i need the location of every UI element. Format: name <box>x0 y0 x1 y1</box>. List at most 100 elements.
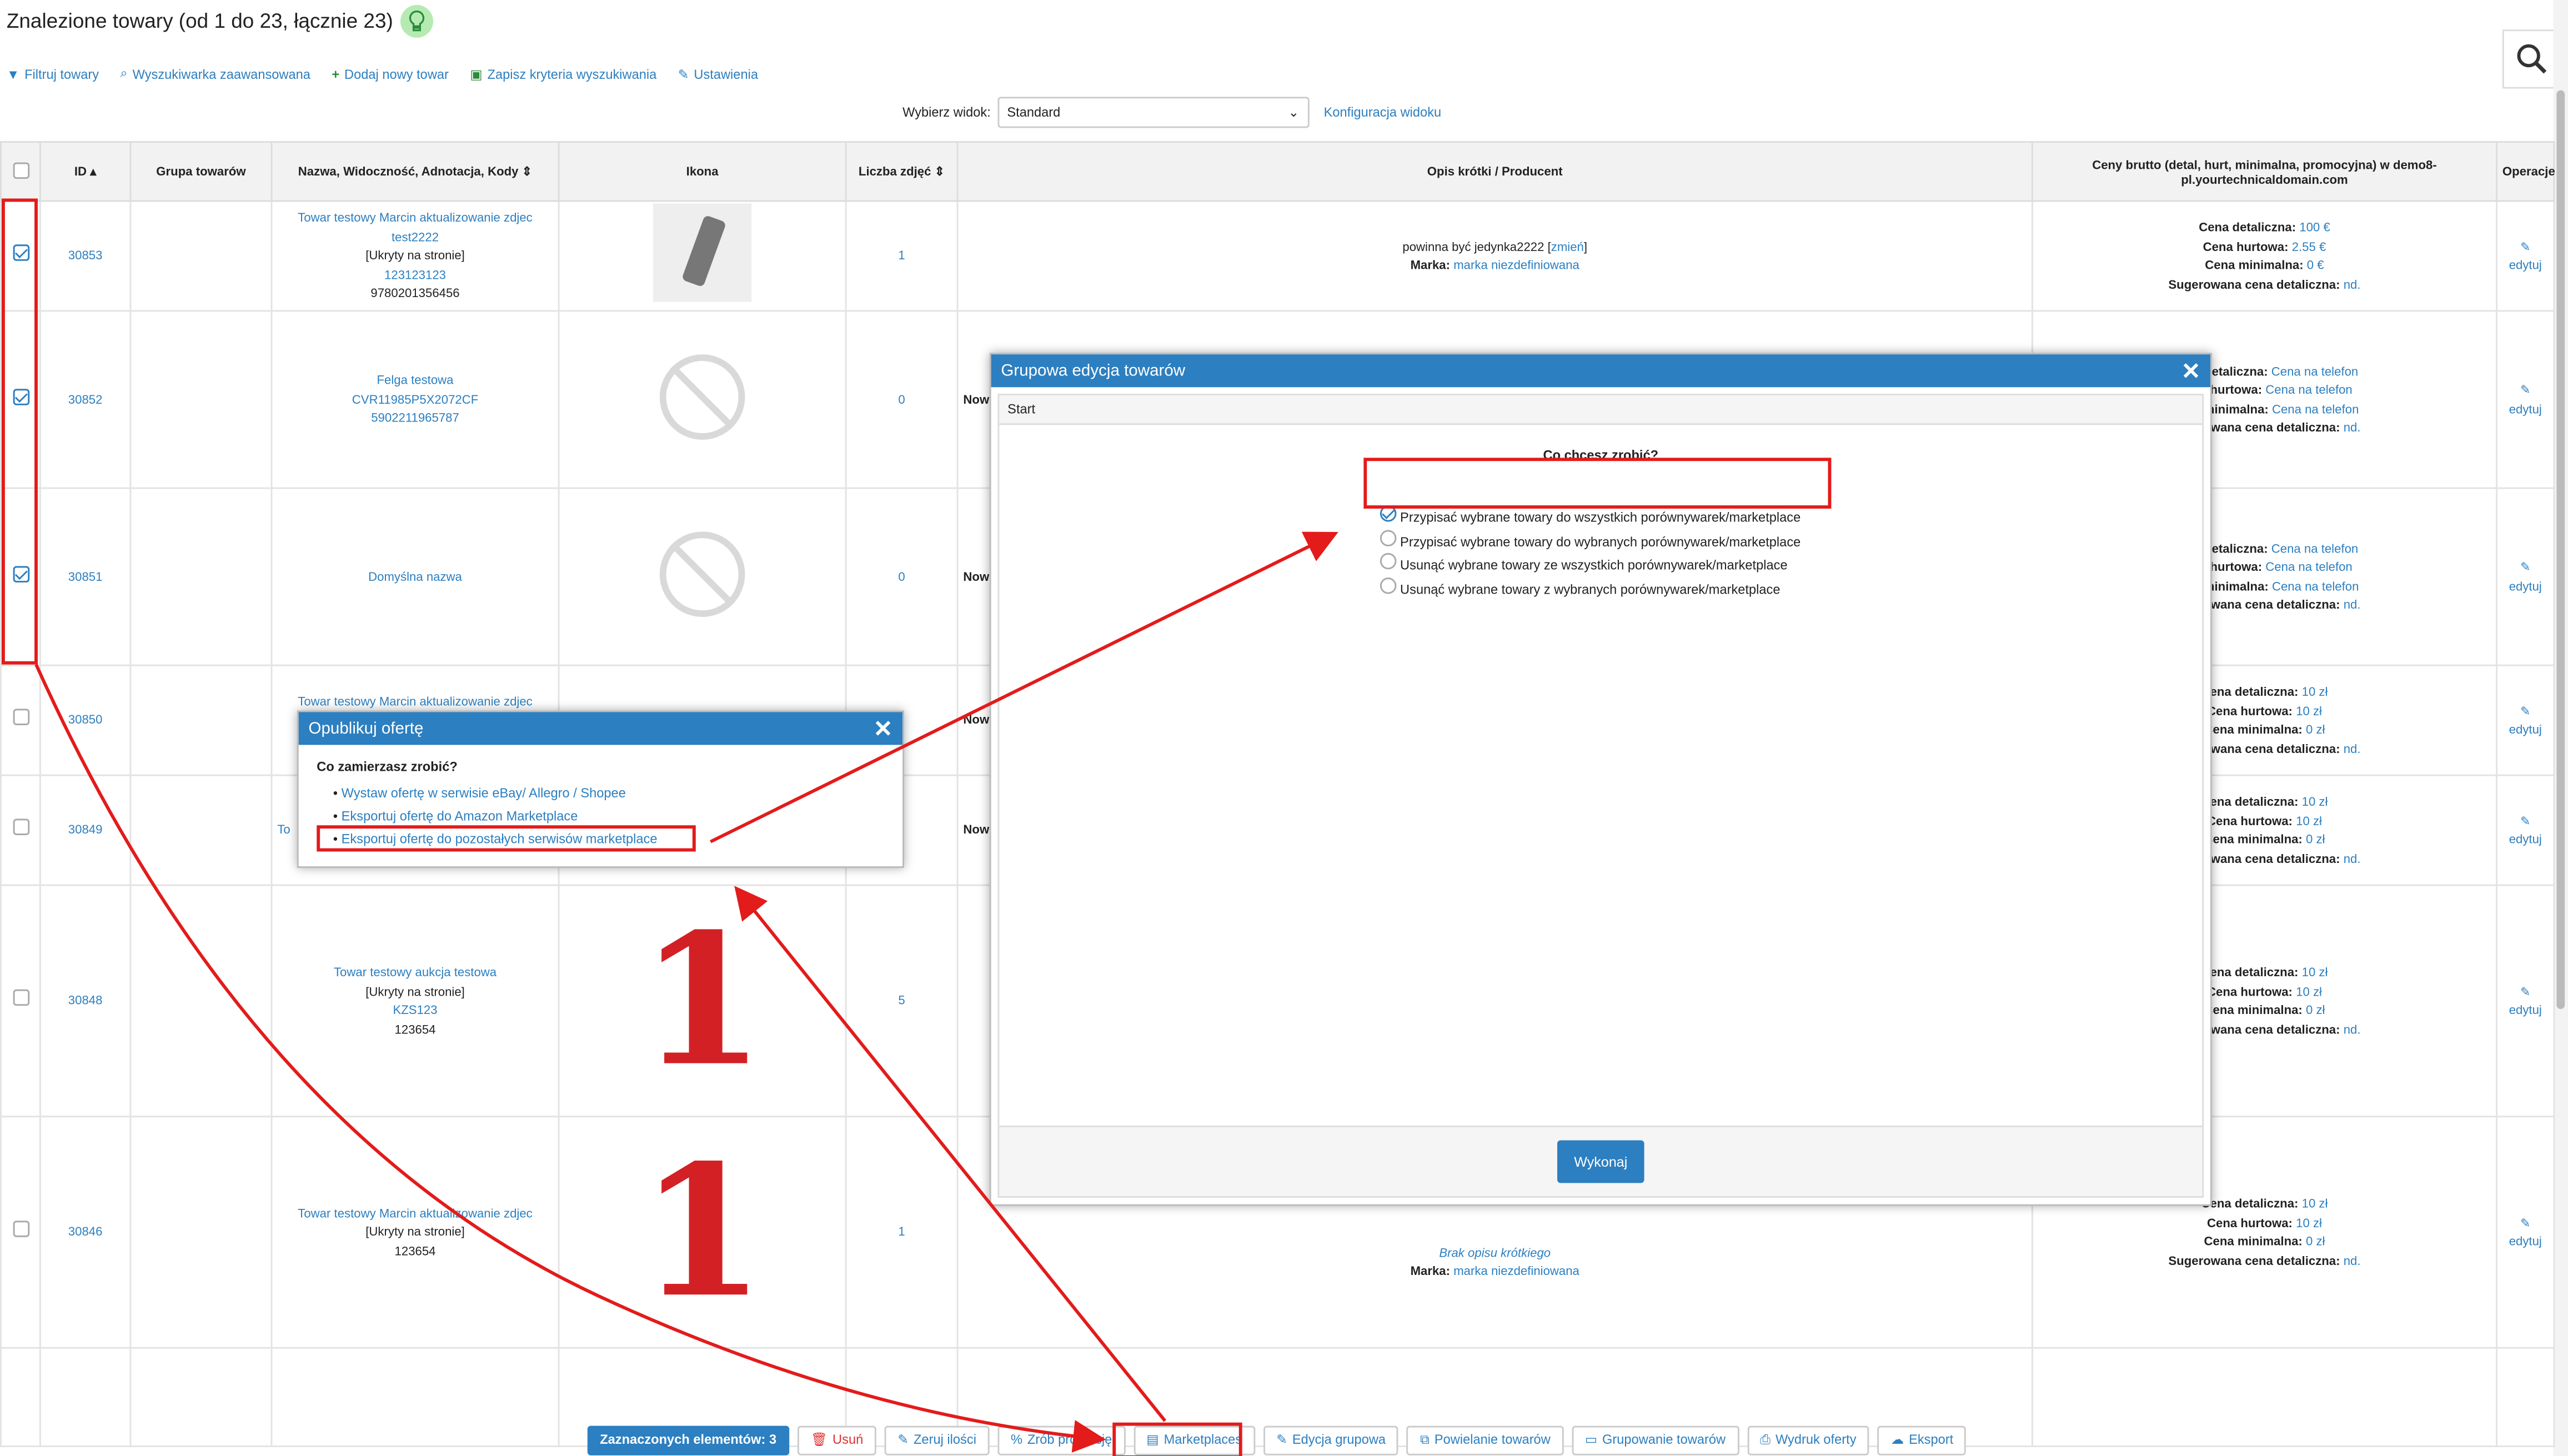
row-id[interactable]: 30846 <box>39 1116 132 1349</box>
product-name-link[interactable]: Domyślna nazwa <box>277 568 553 586</box>
edit-link[interactable]: ✎ edytuj <box>2496 487 2555 666</box>
dialog-header: Opublikuj ofertę ✕ <box>298 712 903 745</box>
close-icon[interactable]: ✕ <box>874 715 893 742</box>
edit-icon: ✎ <box>1276 1432 1288 1448</box>
photo-count[interactable]: 0 <box>845 487 959 666</box>
photo-count[interactable]: 1 <box>845 200 959 312</box>
make-promo-button[interactable]: % Zrób promocję <box>997 1425 1125 1455</box>
select-all-checkbox[interactable] <box>12 162 29 178</box>
view-config-link[interactable]: Konfiguracja widoku <box>1324 105 1442 120</box>
photo-count[interactable]: 1 <box>845 1116 959 1349</box>
col-operations: Operacje <box>2496 141 2555 202</box>
product-name-link[interactable]: Towar testowy aukcja testowa <box>277 963 553 982</box>
lightbulb-icon[interactable] <box>399 4 433 38</box>
change-link[interactable]: zmień <box>1551 239 1584 254</box>
product-name-link[interactable]: Towar testowy Marcin aktualizowanie zdje… <box>277 692 553 711</box>
edit-link[interactable]: ✎ edytuj <box>2496 884 2555 1118</box>
save-criteria-link[interactable]: ▣ Zapisz kryteria wyszukiwania <box>470 66 656 82</box>
product-name-link[interactable]: Felga testowa <box>277 371 553 390</box>
row-checkbox[interactable] <box>12 709 29 726</box>
row-id[interactable]: 30851 <box>39 487 132 666</box>
toolbar: ▼ Filtruj towary ⌕ Wyszukiwarka zaawansowa… <box>7 66 758 82</box>
export-button[interactable]: ☁ Eksport <box>1877 1425 1967 1455</box>
edit-link[interactable]: ✎ edytuj <box>2496 774 2555 886</box>
search-icon: ⌕ <box>120 66 128 81</box>
annotation-box-other-marketplace <box>317 825 696 852</box>
col-group[interactable]: Grupa towarów <box>129 141 273 202</box>
row-checkbox[interactable] <box>12 819 29 836</box>
radio-assign-selected[interactable] <box>1380 529 1397 546</box>
col-icon: Ikona <box>558 141 847 202</box>
chevron-down-icon: ⌄ <box>1288 105 1300 120</box>
product-image[interactable]: 1 <box>640 910 765 1091</box>
search-button[interactable] <box>2502 29 2562 89</box>
col-photos[interactable]: Liczba zdjęć ⇕ <box>845 141 959 202</box>
print-icon: ⎙ <box>1760 1431 1771 1447</box>
row-id[interactable]: 30853 <box>39 200 132 312</box>
zero-quantities-button[interactable]: ✎ Zeruj ilości <box>884 1425 990 1455</box>
row-id[interactable]: 30848 <box>39 884 132 1118</box>
settings-link[interactable]: ✎ Ustawienia <box>678 66 758 82</box>
pencil-icon: ✎ <box>897 1432 909 1448</box>
row-checkbox[interactable] <box>12 990 29 1006</box>
row-id[interactable]: 30850 <box>39 664 132 776</box>
advanced-search-link[interactable]: ⌕ Wyszukiwarka zaawansowana <box>120 66 310 82</box>
col-description: Opis krótki / Producent <box>956 141 2033 202</box>
photo-count[interactable]: 0 <box>845 310 959 489</box>
photo-count[interactable]: 5 <box>845 884 959 1118</box>
print-offer-button[interactable]: ⎙ Wydruk oferty <box>1747 1425 1870 1455</box>
edit-link[interactable]: ✎ edytuj <box>2496 310 2555 489</box>
view-select[interactable]: Standard ⌄ <box>997 97 1310 128</box>
trash-icon: 🗑 <box>811 1432 828 1448</box>
row-id[interactable]: 30852 <box>39 310 132 489</box>
annotation-box-checkboxes <box>1 198 38 665</box>
row-name-cell: Towar testowy Marcin aktualizowanie zdje… <box>270 200 560 312</box>
amazon-option[interactable]: Eksportuj ofertę do Amazon Marketplace <box>342 809 578 824</box>
add-product-link[interactable]: + Dodaj nowy towar <box>332 66 449 82</box>
radio-remove-all[interactable] <box>1380 553 1397 570</box>
row-id[interactable]: 30849 <box>39 774 132 886</box>
cloud-upload-icon: ☁ <box>1890 1432 1904 1448</box>
table-row: 30853 Towar testowy Marcin aktualizowani… <box>0 200 2555 312</box>
no-image-icon <box>659 531 745 617</box>
table-header-row: ID ▴ Grupa towarów Nazwa, Widoczność, Ad… <box>0 141 2555 202</box>
folder-icon: ▭ <box>1584 1432 1598 1448</box>
group-products-button[interactable]: ▭ Grupowanie towarów <box>1572 1425 1739 1455</box>
product-name-link[interactable]: Towar testowy Marcin aktualizowanie zdje… <box>277 1204 553 1223</box>
group-edit-button[interactable]: ✎ Edycja grupowa <box>1263 1425 1399 1455</box>
annotation-box-assign-options <box>1363 458 1832 509</box>
edit-link[interactable]: ✎ edytuj <box>2496 664 2555 776</box>
plus-icon: + <box>332 66 340 82</box>
wrench-icon: ✎ <box>678 66 689 82</box>
edit-link[interactable]: ✎ edytuj <box>2496 1116 2555 1349</box>
delete-button[interactable]: 🗑 Usuń <box>798 1425 876 1455</box>
dialog-header: Grupowa edycja towarów ✕ <box>991 354 2210 388</box>
radio-remove-selected[interactable] <box>1380 576 1397 594</box>
filter-icon: ▼ <box>6 66 20 82</box>
percent-icon: % <box>1011 1432 1023 1448</box>
annotation-box-marketplaces <box>1112 1422 1242 1456</box>
row-checkbox[interactable] <box>12 1221 29 1238</box>
breadcrumb: Start <box>999 395 2203 425</box>
col-name[interactable]: Nazwa, Widoczność, Adnotacja, Kody ⇕ <box>270 141 560 202</box>
magnifier-icon <box>2517 44 2547 74</box>
col-prices: Ceny brutto (detal, hurt, minimalna, pro… <box>2031 141 2498 202</box>
product-image[interactable]: 1 <box>640 1141 765 1322</box>
sort-icon: ⇕ <box>521 164 533 179</box>
dialog-question: Co zamierzasz zrobić? <box>317 760 458 775</box>
col-id[interactable]: ID ▴ <box>39 141 132 202</box>
page-title: Znalezione towary (od 1 do 23, łącznie 2… <box>7 4 433 38</box>
execute-button[interactable]: Wykonaj <box>1557 1140 1644 1183</box>
product-name-link[interactable]: Towar testowy Marcin aktualizowanie zdje… <box>277 209 553 247</box>
no-image-icon <box>659 354 745 440</box>
vertical-scrollbar[interactable] <box>2553 0 2568 1456</box>
selected-count-badge: Zaznaczonych elementów: 3 <box>586 1425 790 1455</box>
duplicate-products-button[interactable]: ⧉ Powielanie towarów <box>1407 1425 1564 1455</box>
filter-products-link[interactable]: ▼ Filtruj towary <box>7 66 99 82</box>
sort-icon: ⇕ <box>934 164 945 179</box>
scrollbar-thumb[interactable] <box>2556 90 2565 1010</box>
edit-link[interactable]: ✎ edytuj <box>2496 200 2555 312</box>
ebay-allegro-option[interactable]: Wystaw ofertę w serwisie eBay/ Allegro /… <box>342 786 626 801</box>
product-image[interactable] <box>653 204 752 303</box>
close-icon[interactable]: ✕ <box>2181 357 2201 385</box>
